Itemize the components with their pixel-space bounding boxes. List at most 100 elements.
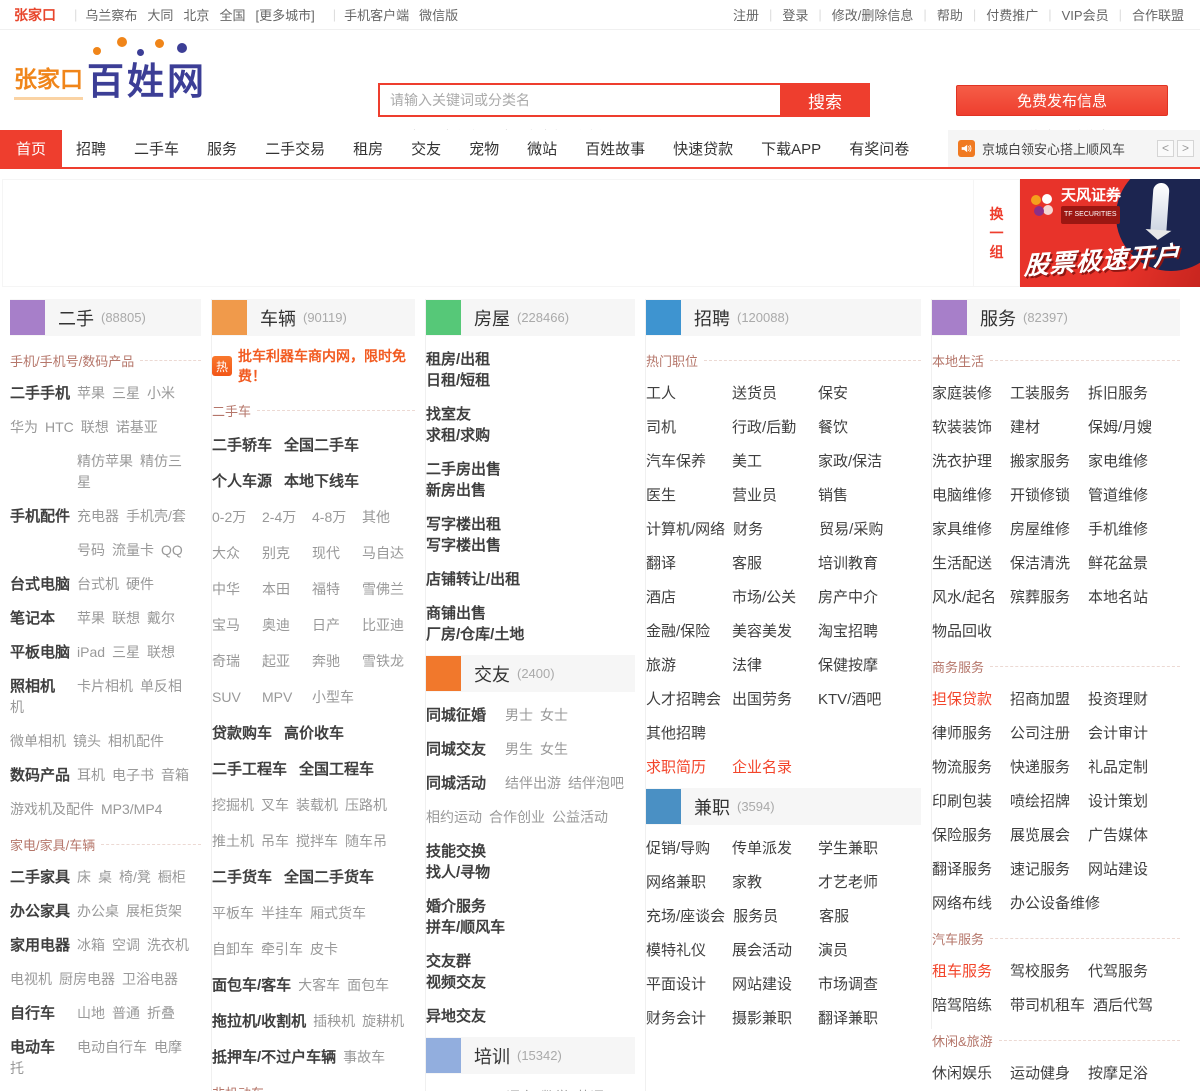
- subcategory-link[interactable]: 冰箱: [77, 937, 105, 953]
- subcategory-link[interactable]: 相机配件: [108, 733, 164, 749]
- subcategory-link[interactable]: 硬件: [126, 576, 154, 592]
- subcategory-link[interactable]: 公益活动: [552, 809, 608, 825]
- category-link[interactable]: 个人车源: [212, 473, 272, 490]
- subcategory-link[interactable]: QQ: [161, 542, 183, 558]
- subcategory-link[interactable]: 联想: [81, 419, 109, 435]
- category-link[interactable]: 房屋维修: [1010, 519, 1080, 540]
- subcategory-link[interactable]: 插秧机: [313, 1013, 355, 1029]
- category-link[interactable]: 客服: [819, 906, 897, 927]
- category-link[interactable]: 手机维修: [1088, 519, 1158, 540]
- subcategory-link[interactable]: 三星: [112, 644, 140, 660]
- topbar-link[interactable]: VIP会员: [1062, 5, 1109, 24]
- category-link[interactable]: 司机: [646, 417, 724, 438]
- nav-item[interactable]: 微站: [513, 130, 571, 169]
- category-link[interactable]: 营业员: [732, 485, 810, 506]
- subcategory-link[interactable]: 厨房电器: [59, 971, 115, 987]
- subcategory-link[interactable]: 镜头: [73, 733, 101, 749]
- subcategory-link[interactable]: 随车吊: [345, 833, 387, 849]
- subcategory-link[interactable]: 叉车: [261, 797, 289, 813]
- category-link[interactable]: 担保贷款: [932, 689, 1002, 710]
- category-link[interactable]: 电脑维修: [932, 485, 1002, 506]
- category-link[interactable]: 充场/座谈会: [646, 906, 725, 927]
- nav-item[interactable]: 首页: [0, 130, 62, 169]
- subcategory-link[interactable]: 半挂车: [261, 905, 303, 921]
- subcategory-link[interactable]: 面包车: [347, 977, 389, 993]
- category-link[interactable]: 礼品定制: [1088, 757, 1158, 778]
- category-link[interactable]: 奥迪: [262, 615, 305, 636]
- category-link[interactable]: 全国二手车: [284, 437, 359, 454]
- category-label-link[interactable]: 同城征婚: [426, 705, 498, 726]
- announcement-link[interactable]: 京城白领安心搭上顺风车: [982, 139, 1151, 158]
- subcategory-link[interactable]: 联想: [112, 610, 140, 626]
- category-link[interactable]: 全国二手货车: [284, 869, 374, 886]
- client-link[interactable]: 微信版: [419, 8, 458, 23]
- subcategory-link[interactable]: 男士: [505, 707, 533, 723]
- subcategory-link[interactable]: iPad: [77, 644, 105, 660]
- nav-item[interactable]: 交友: [397, 130, 455, 169]
- category-link[interactable]: 模特礼仪: [646, 940, 724, 961]
- subcategory-link[interactable]: 平板车: [212, 905, 254, 921]
- category-link[interactable]: 出国劳务: [732, 689, 810, 710]
- category-link[interactable]: 医生: [646, 485, 724, 506]
- subcategory-link[interactable]: 大客车: [298, 977, 340, 993]
- category-link[interactable]: 雪佛兰: [362, 579, 405, 600]
- category-link[interactable]: 洗衣护理: [932, 451, 1002, 472]
- subcategory-link[interactable]: 压路机: [345, 797, 387, 813]
- category-title-link[interactable]: 招聘: [694, 305, 730, 331]
- category-link[interactable]: 酒店: [646, 587, 724, 608]
- subcategory-link[interactable]: 空调: [112, 937, 140, 953]
- subcategory-link[interactable]: 三星: [112, 385, 140, 401]
- category-link[interactable]: 本田: [262, 579, 305, 600]
- category-link[interactable]: 网络兼职: [646, 872, 724, 893]
- category-link[interactable]: 殡葬服务: [1010, 587, 1080, 608]
- subcategory-link[interactable]: 诺基亚: [116, 419, 158, 435]
- category-link[interactable]: SUV: [212, 687, 255, 708]
- category-label-link[interactable]: 同城交友: [426, 739, 498, 760]
- subcategory-link[interactable]: 华为: [10, 419, 38, 435]
- nav-item[interactable]: 快速贷款: [659, 130, 747, 169]
- prev-announcement-button[interactable]: <: [1157, 140, 1174, 157]
- subcategory-link[interactable]: 女士: [540, 707, 568, 723]
- category-link[interactable]: 快递服务: [1010, 757, 1080, 778]
- category-link[interactable]: 市场调查: [818, 974, 896, 995]
- category-link[interactable]: 家电维修: [1088, 451, 1158, 472]
- category-link[interactable]: 贷款购车: [212, 725, 272, 742]
- category-label-link[interactable]: 笔记本: [10, 608, 70, 629]
- category-link[interactable]: 企业名录: [732, 757, 810, 778]
- category-label-link[interactable]: 二手手机: [10, 383, 70, 404]
- category-link[interactable]: 带司机租车: [1010, 995, 1085, 1016]
- subcategory-link[interactable]: 女生: [540, 741, 568, 757]
- subcategory-link[interactable]: 结伴出游: [505, 775, 561, 791]
- category-link[interactable]: 培训教育: [818, 553, 896, 574]
- category-link[interactable]: 其他: [362, 507, 405, 528]
- subcategory-link[interactable]: 苹果: [77, 385, 105, 401]
- category-link[interactable]: 翻译兼职: [818, 1008, 896, 1029]
- category-link[interactable]: 财务会计: [646, 1008, 724, 1029]
- subcategory-link[interactable]: 手机壳/套: [126, 508, 186, 524]
- category-link[interactable]: 招商加盟: [1010, 689, 1080, 710]
- category-link[interactable]: 美容美发: [732, 621, 810, 642]
- city-link[interactable]: 乌兰察布: [85, 8, 137, 23]
- category-link[interactable]: 别克: [262, 543, 305, 564]
- category-link[interactable]: 翻译: [646, 553, 724, 574]
- subcategory-link[interactable]: 微单相机: [10, 733, 66, 749]
- subcategory-link[interactable]: 普通: [112, 1005, 140, 1021]
- current-city-link[interactable]: 张家口: [14, 5, 56, 25]
- category-link[interactable]: 翻译服务: [932, 859, 1002, 880]
- category-link[interactable]: 网站建设: [732, 974, 810, 995]
- category-link[interactable]: 鲜花盆景: [1088, 553, 1158, 574]
- topbar-link[interactable]: 注册: [733, 5, 759, 24]
- nav-item[interactable]: 二手车: [120, 130, 193, 169]
- category-link[interactable]: 学生兼职: [818, 838, 896, 859]
- category-link[interactable]: 印刷包装: [932, 791, 1002, 812]
- topbar-link[interactable]: 登录: [782, 5, 808, 24]
- category-link[interactable]: 管道维修: [1088, 485, 1158, 506]
- subcategory-link[interactable]: 洗衣机: [147, 937, 189, 953]
- nav-item[interactable]: 租房: [339, 130, 397, 169]
- category-link[interactable]: 法律: [732, 655, 810, 676]
- subcategory-link[interactable]: 桌: [98, 869, 112, 885]
- category-link[interactable]: 建材: [1010, 417, 1080, 438]
- category-link[interactable]: 汽车保养: [646, 451, 724, 472]
- category-link[interactable]: 展览展会: [1010, 825, 1080, 846]
- category-link[interactable]: 写字楼出售: [426, 535, 528, 556]
